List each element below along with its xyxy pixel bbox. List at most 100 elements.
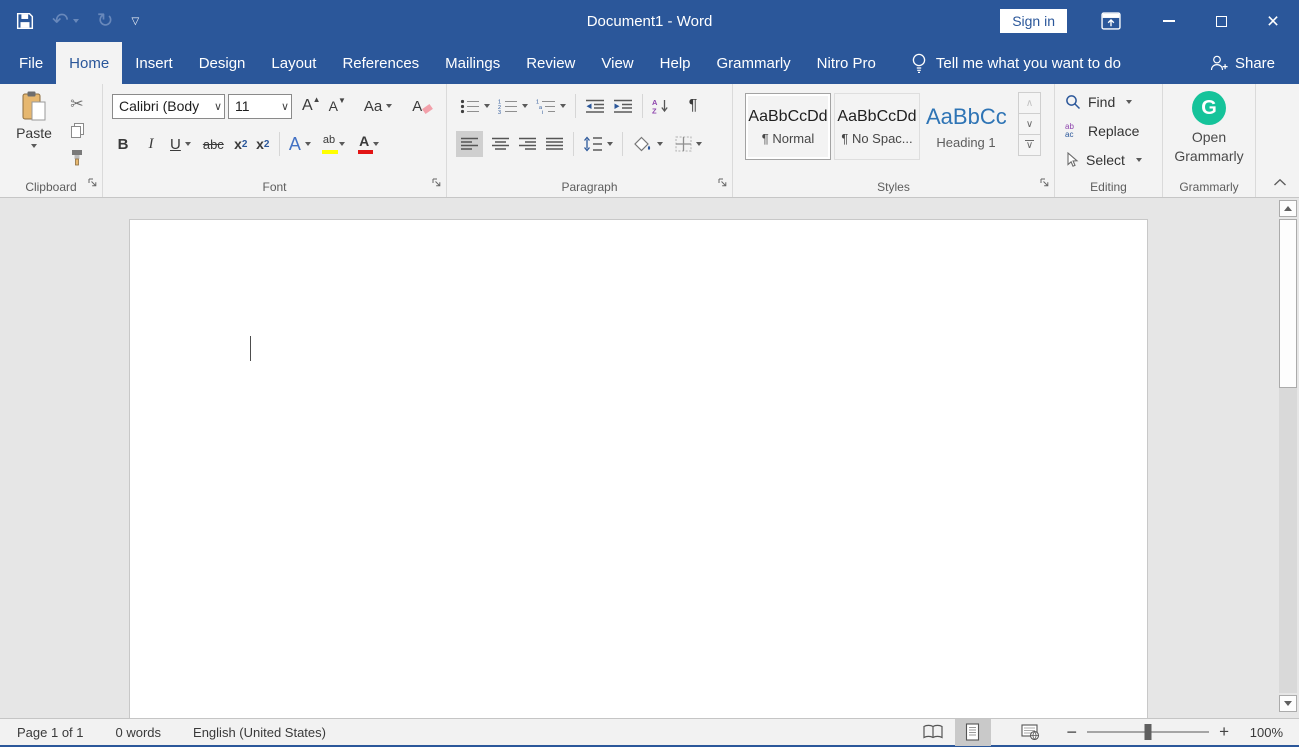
zoom-in-button[interactable]: + — [1219, 722, 1229, 742]
styles-dialog-launcher[interactable] — [1039, 175, 1050, 193]
style-normal[interactable]: AaBbCcDd ¶ Normal — [745, 93, 831, 160]
tab-view[interactable]: View — [588, 42, 646, 84]
font-size-combobox[interactable]: 11 ∨ — [228, 94, 292, 119]
find-button[interactable]: Find — [1065, 94, 1132, 110]
align-center-button[interactable] — [487, 131, 514, 157]
decrease-indent-button[interactable] — [581, 93, 609, 119]
bold-button[interactable]: B — [112, 131, 134, 157]
maximize-button[interactable] — [1195, 0, 1247, 42]
zoom-out-button[interactable]: − — [1067, 722, 1078, 743]
print-layout-button[interactable] — [955, 719, 991, 746]
font-name-combobox[interactable]: Calibri (Body ∨ — [112, 94, 225, 119]
justify-button[interactable] — [541, 131, 568, 157]
font-color-button[interactable]: A — [355, 131, 383, 157]
show-hide-pilcrow-button[interactable]: ¶ — [682, 93, 704, 119]
page-count[interactable]: Page 1 of 1 — [17, 725, 84, 740]
editing-group-label: Editing — [1055, 180, 1162, 194]
zoom-level[interactable]: 100% — [1243, 725, 1283, 740]
line-spacing-button[interactable] — [579, 131, 617, 157]
tab-home[interactable]: Home — [56, 42, 122, 84]
bullets-button[interactable] — [456, 93, 494, 119]
tab-review[interactable]: Review — [513, 42, 588, 84]
scrollbar-track[interactable] — [1279, 388, 1297, 693]
grow-font-button[interactable]: A ▲ — [298, 93, 325, 119]
zoom-slider[interactable] — [1087, 731, 1209, 733]
ribbon-display-options-button[interactable] — [1101, 12, 1121, 30]
tab-design[interactable]: Design — [186, 42, 259, 84]
tab-mailings[interactable]: Mailings — [432, 42, 513, 84]
underline-button[interactable]: U — [166, 131, 195, 157]
subscript-button[interactable]: x2 — [230, 131, 252, 157]
shading-button[interactable] — [628, 131, 667, 157]
cut-button[interactable]: ✂ — [62, 91, 92, 116]
styles-more-button[interactable]: ∨ — [1018, 134, 1041, 156]
zoom-slider-thumb[interactable] — [1145, 724, 1152, 740]
divider — [622, 132, 623, 156]
sign-in-button[interactable]: Sign in — [1000, 9, 1067, 33]
highlight-color-button[interactable]: ab — [319, 131, 349, 157]
paste-button[interactable]: Paste — [9, 90, 59, 176]
paragraph-dialog-launcher[interactable] — [717, 175, 728, 193]
shrink-font-button[interactable]: A ▼ — [325, 93, 350, 119]
tab-references[interactable]: References — [329, 42, 432, 84]
document-page[interactable] — [129, 219, 1148, 718]
tab-insert[interactable]: Insert — [122, 42, 186, 84]
read-mode-button[interactable] — [915, 719, 951, 746]
scroll-up-button[interactable] — [1279, 200, 1297, 217]
clear-formatting-button[interactable]: A — [408, 93, 436, 119]
scroll-down-button[interactable] — [1279, 695, 1297, 712]
increase-indent-button[interactable] — [609, 93, 637, 119]
italic-button[interactable]: I — [140, 131, 162, 157]
share-button[interactable]: Share — [1208, 42, 1275, 84]
clipboard-dialog-launcher[interactable] — [87, 175, 98, 193]
tab-grammarly[interactable]: Grammarly — [704, 42, 804, 84]
align-right-button[interactable] — [514, 131, 541, 157]
save-icon[interactable] — [16, 8, 34, 34]
superscript-button[interactable]: x2 — [252, 131, 274, 157]
sort-button[interactable]: A Z — [648, 93, 674, 119]
divider — [279, 132, 280, 156]
minimize-button[interactable] — [1143, 0, 1195, 42]
superscript-digit: 2 — [264, 139, 270, 150]
align-left-button[interactable] — [456, 131, 483, 157]
more-bar-icon — [1025, 140, 1034, 142]
title-bar: ↶ ↻ ▽ Document1 - Word Sign in × — [0, 0, 1299, 42]
highlight-letters: ab — [323, 134, 335, 146]
subscript-letter: x — [234, 136, 242, 152]
style-heading-1[interactable]: AaBbCc Heading 1 — [923, 93, 1009, 160]
borders-button[interactable] — [671, 131, 706, 157]
tab-help[interactable]: Help — [647, 42, 704, 84]
collapse-ribbon-button[interactable] — [1273, 174, 1287, 192]
caret-icon — [607, 142, 613, 146]
select-button[interactable]: Select — [1065, 152, 1142, 168]
numbering-button[interactable]: 123 — [494, 93, 532, 119]
chevron-down-icon: ∨ — [211, 100, 222, 113]
change-case-button[interactable]: Aa — [360, 93, 396, 119]
close-button[interactable]: × — [1247, 0, 1299, 42]
undo-button[interactable]: ↶ — [52, 8, 79, 34]
copy-button[interactable] — [62, 118, 92, 143]
redo-button[interactable]: ↻ — [97, 8, 114, 34]
customize-qat-button[interactable]: ▽ — [132, 8, 140, 34]
styles-scroll-buttons: ∧ ∨ ∨ — [1018, 93, 1041, 156]
scrollbar-thumb[interactable] — [1279, 219, 1297, 388]
replace-button[interactable]: ab ac Replace — [1065, 123, 1139, 139]
vertical-scrollbar[interactable] — [1277, 198, 1299, 718]
strikethrough-button[interactable]: abc — [199, 131, 228, 157]
font-dialog-launcher[interactable] — [431, 175, 442, 193]
styles-scroll-down-button[interactable]: ∨ — [1018, 113, 1041, 135]
tell-me-box[interactable]: Tell me what you want to do — [911, 42, 1121, 84]
web-layout-button[interactable] — [1013, 719, 1049, 746]
styles-scroll-up-button[interactable]: ∧ — [1018, 92, 1041, 114]
text-effects-button[interactable]: A — [285, 131, 315, 157]
caret-icon — [386, 104, 392, 108]
open-grammarly-button[interactable]: G Open Grammarly — [1163, 91, 1255, 166]
style-no-spacing[interactable]: AaBbCcDd ¶ No Spac... — [834, 93, 920, 160]
tab-layout[interactable]: Layout — [258, 42, 329, 84]
word-count[interactable]: 0 words — [116, 725, 162, 740]
tab-nitro-pro[interactable]: Nitro Pro — [804, 42, 889, 84]
format-painter-button[interactable] — [62, 145, 92, 170]
tab-file[interactable]: File — [6, 42, 56, 84]
language-status[interactable]: English (United States) — [193, 725, 326, 740]
multilevel-list-button[interactable]: 1ai — [532, 93, 570, 119]
